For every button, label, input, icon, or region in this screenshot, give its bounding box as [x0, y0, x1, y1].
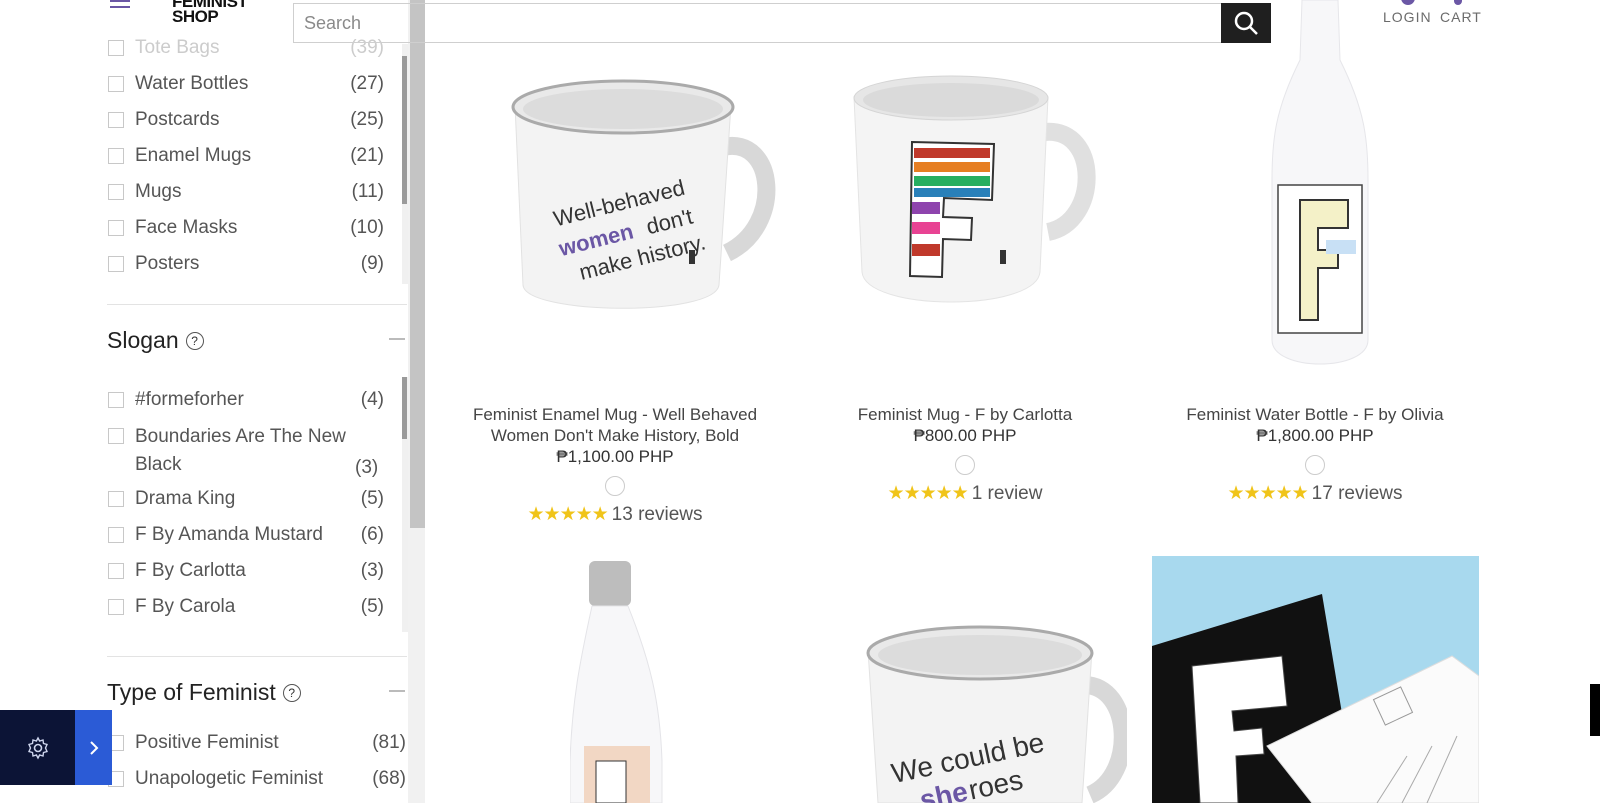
filter-checkbox[interactable] — [108, 184, 124, 200]
divider — [107, 304, 407, 305]
filter-checkbox[interactable] — [108, 599, 124, 615]
filter-option[interactable]: Posters (9) — [108, 251, 384, 277]
product-rating[interactable]: ★★★★★ 17 reviews — [1150, 482, 1480, 505]
color-swatch[interactable] — [605, 476, 625, 496]
product-image-sheroes-mug[interactable]: We could be she roes — [862, 625, 1127, 803]
settings-button[interactable] — [0, 710, 75, 785]
product-title[interactable]: Feminist Enamel Mug - Well Behaved — [445, 404, 785, 425]
divider — [107, 656, 407, 657]
chevron-right-icon — [89, 740, 98, 755]
filter-checkbox[interactable] — [108, 148, 124, 164]
product-image-water-bottle[interactable] — [1270, 0, 1370, 380]
filter-option[interactable]: Water Bottles (27) — [108, 71, 384, 97]
product-price: ₱1,100.00 PHP — [556, 447, 674, 466]
filter-checkbox[interactable] — [108, 220, 124, 236]
slogan-filter-title[interactable]: Slogan? — [107, 327, 204, 354]
filter-option[interactable]: Drama King (5) — [108, 486, 384, 512]
filter-option[interactable]: Positive Feminist (81) — [108, 730, 406, 756]
filter-checkbox[interactable] — [108, 428, 124, 444]
product-rating[interactable]: ★★★★★ 13 reviews — [445, 503, 785, 526]
filter-checkbox[interactable] — [108, 76, 124, 92]
side-tab[interactable] — [1590, 684, 1600, 736]
filter-sidebar: Tote Bags (39) Water Bottles (27) Postcard… — [0, 0, 425, 803]
filter-checkbox[interactable] — [108, 527, 124, 543]
feminist-type-filter-title[interactable]: Type of Feminist? — [107, 679, 301, 706]
menu-icon[interactable] — [110, 0, 132, 12]
filter-scrollbar-thumb[interactable] — [402, 56, 407, 204]
product-image-f-mug[interactable] — [850, 72, 1100, 312]
product-card[interactable]: Feminist Enamel Mug - Well Behaved Women… — [445, 404, 785, 526]
filter-option[interactable]: #formeforher (4) — [108, 387, 384, 413]
help-icon[interactable]: ? — [282, 683, 301, 702]
product-title[interactable]: Feminist Water Bottle - F by Olivia — [1150, 404, 1480, 425]
gear-icon — [27, 736, 48, 759]
search-icon — [1234, 11, 1258, 35]
star-rating-icon: ★★★★★ — [527, 504, 609, 525]
filter-option[interactable]: F By Amanda Mustard (6) — [108, 522, 384, 548]
filter-checkbox[interactable] — [108, 563, 124, 579]
filter-option[interactable]: Enamel Mugs (21) — [108, 143, 384, 169]
star-rating-icon: ★★★★★ — [1227, 483, 1309, 504]
expand-button[interactable] — [75, 710, 112, 785]
filter-option[interactable]: F By Carlotta (3) — [108, 558, 384, 584]
product-image-poster-postcard[interactable] — [1152, 556, 1479, 803]
help-icon[interactable]: ? — [185, 331, 204, 350]
product-price: ₱1,800.00 PHP — [1256, 426, 1374, 445]
filter-option[interactable]: Postcards (25) — [108, 107, 384, 133]
cart-link[interactable]: CART — [1440, 0, 1482, 25]
search-button[interactable] — [1221, 3, 1271, 43]
product-title[interactable]: Feminist Mug - F by Carlotta — [805, 404, 1125, 425]
filter-option[interactable]: F By Carola (5) — [108, 594, 384, 620]
product-title[interactable]: Women Don't Make History, Bold — [445, 425, 785, 446]
product-price: ₱800.00 PHP — [913, 426, 1017, 445]
login-link[interactable]: LOGIN — [1383, 0, 1432, 25]
filter-checkbox[interactable] — [108, 491, 124, 507]
product-image-bottle-2[interactable] — [570, 561, 670, 803]
collapse-icon[interactable] — [389, 690, 405, 692]
settings-widget[interactable] — [0, 710, 112, 785]
filter-option[interactable]: Mugs (11) — [108, 179, 384, 205]
product-rating[interactable]: ★★★★★ 1 review — [805, 482, 1125, 505]
filter-option[interactable]: Face Masks (10) — [108, 215, 384, 241]
product-card[interactable]: Feminist Mug - F by Carlotta ₱800.00 PHP… — [805, 404, 1125, 505]
site-logo[interactable]: FEMINIST SHOP — [172, 0, 248, 25]
search-bar — [293, 3, 1271, 43]
cart-icon — [1454, 0, 1462, 5]
sidebar-scrollbar-thumb[interactable] — [410, 0, 425, 528]
color-swatch[interactable] — [955, 455, 975, 475]
user-icon — [1401, 0, 1415, 5]
filter-option[interactable]: Unapologetic Feminist (68) — [108, 766, 406, 792]
star-rating-icon: ★★★★★ — [887, 483, 969, 504]
site-header: FEMINIST SHOP LOGIN CART — [0, 0, 1600, 44]
product-card[interactable]: Feminist Water Bottle - F by Olivia ₱1,8… — [1150, 404, 1480, 505]
filter-scrollbar-thumb[interactable] — [402, 377, 407, 439]
filter-checkbox[interactable] — [108, 112, 124, 128]
collapse-icon[interactable] — [389, 338, 405, 340]
product-image-enamel-mug[interactable]: Well-behaved women don't make history. — [505, 75, 780, 320]
filter-option[interactable]: Boundaries Are The New Black (3) — [108, 423, 384, 479]
search-input[interactable] — [294, 4, 1221, 42]
filter-checkbox[interactable] — [108, 256, 124, 272]
filter-checkbox[interactable] — [108, 392, 124, 408]
color-swatch[interactable] — [1305, 455, 1325, 475]
